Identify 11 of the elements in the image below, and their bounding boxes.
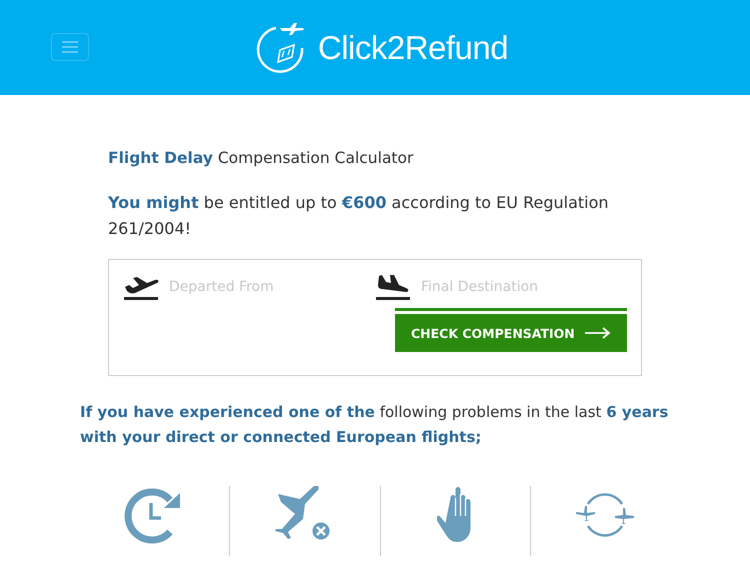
menu-icon xyxy=(61,41,79,53)
problems-intro: If you have experienced one of the following problems in the last 6 years with your direct or connected European flights; xyxy=(80,402,670,448)
logo-text: Click2Refund xyxy=(318,28,508,66)
check-compensation-button[interactable]: CHECK COMPENSATION xyxy=(395,314,627,352)
arrow-icon xyxy=(585,327,611,339)
menu-button[interactable] xyxy=(51,33,89,61)
landing-icon xyxy=(375,274,411,300)
hand-icon xyxy=(437,486,474,542)
calculator-title: Flight Delay Compensation Calculator xyxy=(108,149,414,167)
entitlement-text: You might be entitled up to €600 according to EU Regulation 261/2004! xyxy=(108,192,610,240)
takeoff-icon xyxy=(123,274,159,300)
